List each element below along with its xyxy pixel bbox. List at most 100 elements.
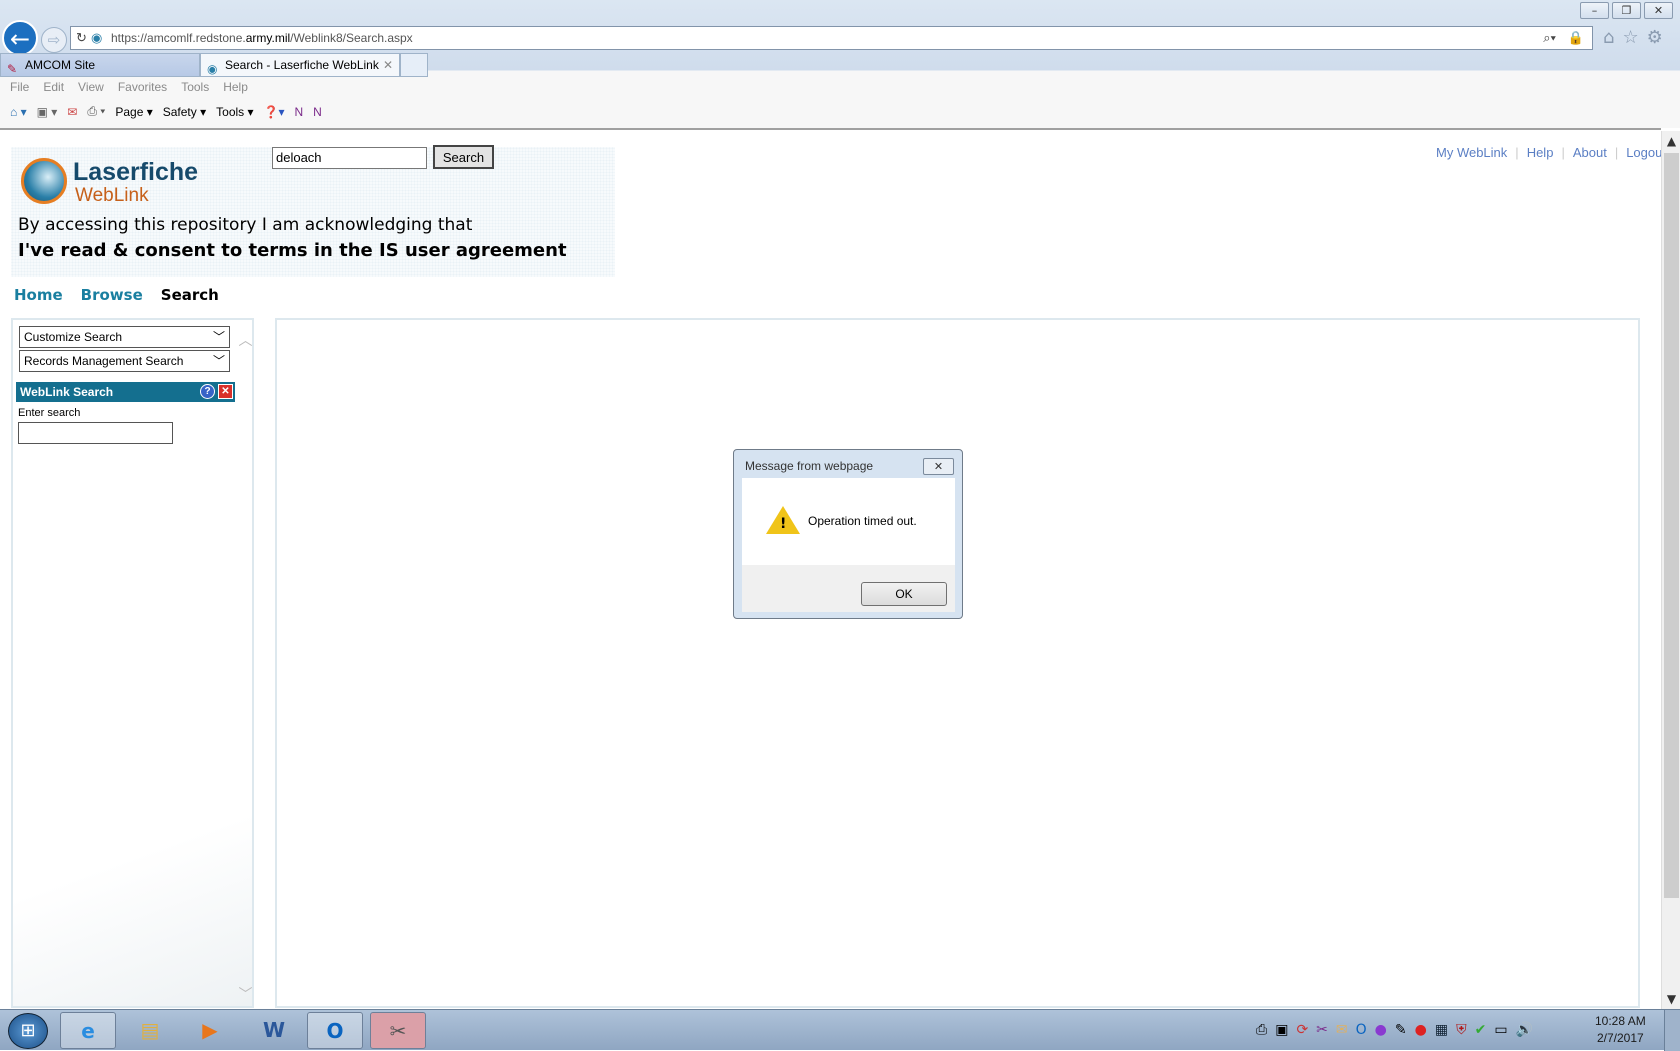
start-button[interactable]: ⊞ <box>8 1013 48 1049</box>
help-icon[interactable]: ❓▾ <box>264 105 285 119</box>
show-desktop-button[interactable] <box>1664 1010 1680 1051</box>
search-button[interactable]: Search <box>433 145 494 169</box>
system-tray: ⎙ ▣ ⟳ ✂ ✉ O ● ✎ ● ▦ ⛨ ✔ ▭ 🔊 <box>1256 1022 1533 1038</box>
weblink-search-header: WebLink Search ? ✕ <box>16 382 235 402</box>
nav-search[interactable]: Search <box>161 286 219 304</box>
ack-text-bold: I've read & consent to terms in the IS u… <box>18 240 567 261</box>
menu-favorites[interactable]: Favorites <box>118 80 167 94</box>
quick-search-input[interactable]: deloach <box>272 147 427 169</box>
word-icon[interactable]: W <box>246 1012 302 1049</box>
menu-edit[interactable]: Edit <box>43 80 64 94</box>
snipping-tool-icon[interactable]: ✂ <box>370 1012 426 1049</box>
customize-search-select[interactable]: Customize Search ﹀ <box>19 326 230 348</box>
menu-file[interactable]: File <box>10 80 29 94</box>
nav-browse[interactable]: Browse <box>81 286 143 304</box>
network-icon[interactable]: ▭ <box>1494 1022 1507 1038</box>
home-icon[interactable]: ⌂ <box>1603 27 1614 48</box>
sidebar-scrollbar[interactable]: ︿ ﹀ <box>237 320 254 1006</box>
lock-icon[interactable]: 🔒 <box>1568 27 1584 49</box>
print-icon[interactable]: ⎙ ▾ <box>87 104 105 119</box>
clock-time: 10:28 AM <box>1595 1014 1646 1028</box>
safety-menu[interactable]: Safety ▾ <box>163 105 206 119</box>
scroll-down-icon[interactable]: ▼ <box>1662 992 1680 1006</box>
search-icon[interactable]: ⌕▾ <box>1543 27 1556 49</box>
help-link[interactable]: Help <box>1527 145 1554 160</box>
home-icon[interactable]: ⌂ ▾ <box>10 105 27 119</box>
tab-label: Search - Laserfiche WebLink <box>225 58 379 72</box>
site-favicon-icon: ◉ <box>91 30 103 45</box>
clock[interactable]: 10:28 AM 2/7/2017 <box>1595 1013 1646 1047</box>
volume-icon[interactable]: 🔊 <box>1516 1022 1533 1038</box>
minimize-button[interactable]: – <box>1580 2 1609 19</box>
about-link[interactable]: About <box>1573 145 1607 160</box>
page-scrollbar[interactable]: ▲ ▼ <box>1661 131 1680 1009</box>
ok-button[interactable]: OK <box>861 582 947 606</box>
orb-icon[interactable]: ● <box>1375 1022 1387 1038</box>
sync-error-icon[interactable]: ⟳ <box>1296 1022 1308 1038</box>
mail-icon[interactable]: ✉ <box>67 105 77 119</box>
page-menu[interactable]: Page ▾ <box>115 105 152 119</box>
new-tab-button[interactable] <box>400 53 428 77</box>
mcafee-shield-icon[interactable]: ⛨ <box>1456 1022 1467 1038</box>
back-button[interactable]: ← <box>2 20 38 56</box>
chevron-down-icon: ﹀ <box>212 354 225 368</box>
logout-link[interactable]: Logout <box>1626 145 1666 160</box>
url-path: /Weblink8/Search.aspx <box>290 31 413 45</box>
onenote-clip-icon[interactable]: ✂ <box>1316 1022 1328 1038</box>
menu-help[interactable]: Help <box>223 80 248 94</box>
url-prefix: https://amcomlf.redstone. <box>111 31 246 45</box>
chevron-up-icon[interactable]: ︿ <box>237 330 254 350</box>
tools-menu[interactable]: Tools ▾ <box>216 105 253 119</box>
media-player-icon[interactable]: ▶ <box>182 1012 238 1049</box>
dialog-close-button[interactable]: ✕ <box>923 458 954 475</box>
enter-search-input[interactable] <box>18 422 173 444</box>
tab-strip: ✎ AMCOM Site ◉ Search - Laserfiche WebLi… <box>0 53 428 77</box>
scroll-up-icon[interactable]: ▲ <box>1662 134 1680 148</box>
dialog-body: ! Operation timed out. <box>742 478 955 565</box>
gear-icon[interactable]: ⚙ <box>1647 27 1663 48</box>
printer-icon[interactable]: ⎙ <box>1256 1022 1267 1038</box>
main-nav: Home Browse Search <box>14 286 219 304</box>
network-monitor-icon[interactable]: ▦ <box>1435 1022 1448 1038</box>
tab-search-weblink[interactable]: ◉ Search - Laserfiche WebLink ✕ <box>200 53 400 77</box>
power-check-icon[interactable]: ✔ <box>1475 1022 1487 1038</box>
forward-button[interactable]: ⇨ <box>41 27 67 53</box>
menu-tools[interactable]: Tools <box>181 80 209 94</box>
nav-home[interactable]: Home <box>14 286 63 304</box>
restore-button[interactable]: ❐ <box>1612 2 1641 19</box>
enter-search-label: Enter search <box>18 407 81 419</box>
feeds-icon[interactable]: ▣ ▾ <box>37 105 58 119</box>
browser-icons: ⌂ ☆ ⚙ <box>1603 27 1663 48</box>
mail-icon[interactable]: ✉ <box>1336 1022 1348 1038</box>
refresh-icon[interactable]: ↻ <box>76 27 87 49</box>
close-icon[interactable]: ✕ <box>218 384 233 399</box>
onenote-link-icon[interactable]: N <box>313 105 322 119</box>
site-favicon-icon: ◉ <box>207 62 218 76</box>
my-weblink-link[interactable]: My WebLink <box>1436 145 1507 160</box>
top-links: My WebLink | Help | About | Logout <box>1436 145 1666 160</box>
outlook-icon[interactable]: O <box>307 1012 363 1049</box>
chevron-down-icon: ﹀ <box>212 330 225 344</box>
red-circle-icon[interactable]: ● <box>1415 1022 1427 1038</box>
chevron-down-icon[interactable]: ﹀ <box>237 984 254 1004</box>
close-tab-icon[interactable]: ✕ <box>383 54 393 76</box>
close-window-button[interactable]: ✕ <box>1644 2 1673 19</box>
favorites-star-icon[interactable]: ☆ <box>1622 27 1638 48</box>
internet-explorer-icon[interactable]: e <box>60 1012 116 1049</box>
feather-icon: ✎ <box>7 62 18 76</box>
dialog-title: Message from webpage <box>745 459 874 473</box>
file-explorer-icon[interactable]: ▤ <box>122 1012 178 1049</box>
help-icon[interactable]: ? <box>200 384 215 399</box>
safely-remove-icon[interactable]: ▣ <box>1275 1022 1288 1038</box>
menu-bar: File Edit View Favorites Tools Help <box>10 80 248 94</box>
onenote-send-icon[interactable]: N <box>294 105 303 119</box>
search-type-select[interactable]: Records Management Search ﹀ <box>19 350 230 372</box>
search-sidebar: Customize Search ﹀ Records Management Sea… <box>11 318 254 1008</box>
scroll-thumb[interactable] <box>1664 153 1679 898</box>
pen-icon[interactable]: ✎ <box>1395 1022 1407 1038</box>
outlook-tray-icon[interactable]: O <box>1356 1022 1367 1038</box>
url-domain: army.mil <box>245 31 291 45</box>
tab-amcom-site[interactable]: ✎ AMCOM Site <box>0 53 200 77</box>
address-bar[interactable]: ↻ ◉ https://amcomlf.redstone.army.mil/We… <box>70 26 1593 50</box>
menu-view[interactable]: View <box>78 80 104 94</box>
